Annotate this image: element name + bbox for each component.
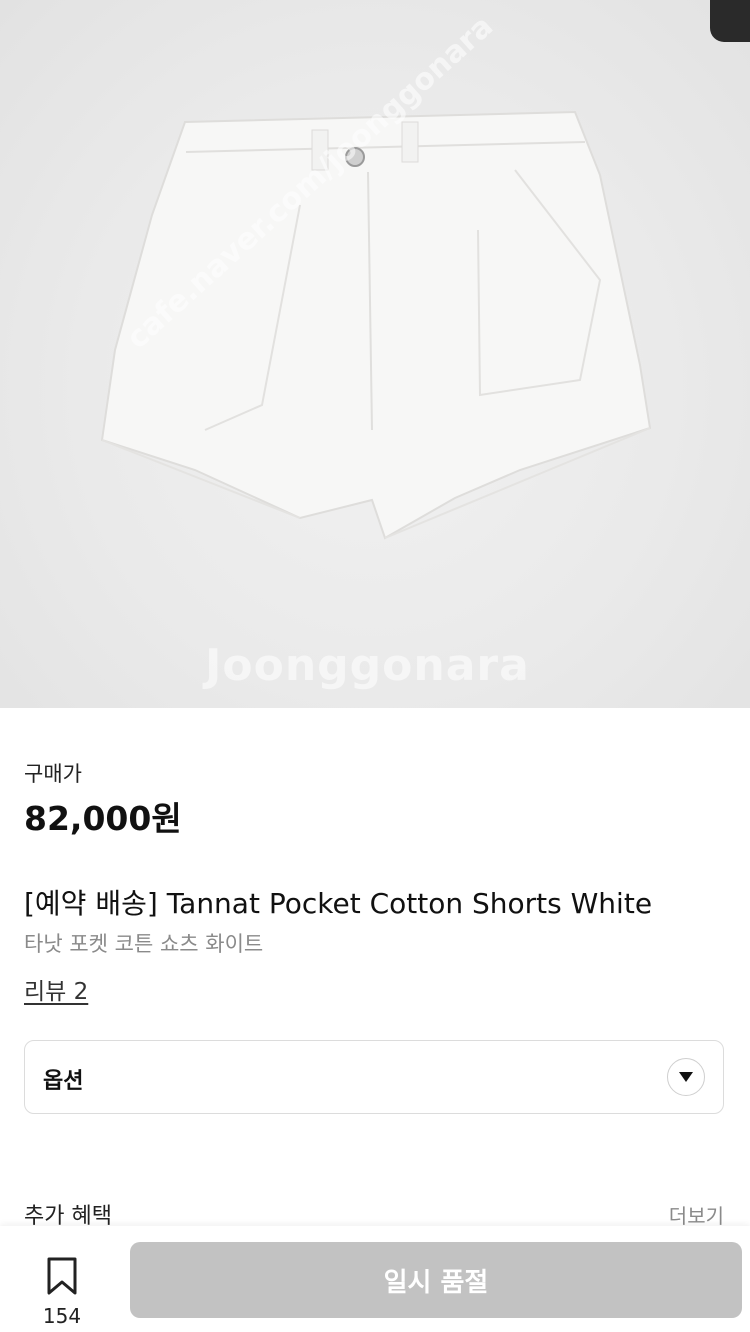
bookmark-count: 154 <box>42 1304 82 1328</box>
product-image[interactable]: cafe.naver.com/joonggonara Joonggonara <box>0 0 750 708</box>
sold-out-button[interactable]: 일시 품절 <box>130 1242 742 1318</box>
bookmark-button[interactable]: 154 <box>36 1256 88 1328</box>
chevron-down-icon[interactable] <box>667 1058 705 1096</box>
watermark: Joonggonara <box>205 640 530 691</box>
product-title: [예약 배송] Tannat Pocket Cotton Shorts Whit… <box>24 887 653 920</box>
review-link[interactable]: 리뷰 2 <box>24 972 88 1006</box>
bottom-action-bar: 154 일시 품절 <box>0 1226 750 1332</box>
option-select[interactable]: 옵션 <box>24 1040 724 1114</box>
more-link[interactable]: 더보기 <box>669 1200 724 1229</box>
price-label: 구매가 <box>24 762 82 786</box>
scroll-handle[interactable] <box>710 0 750 42</box>
bookmark-icon <box>47 1257 77 1295</box>
product-subtitle: 타낫 포켓 코튼 쇼츠 화이트 <box>24 932 264 956</box>
price: 82,000원 <box>24 799 182 838</box>
option-label: 옵션 <box>43 1069 84 1094</box>
